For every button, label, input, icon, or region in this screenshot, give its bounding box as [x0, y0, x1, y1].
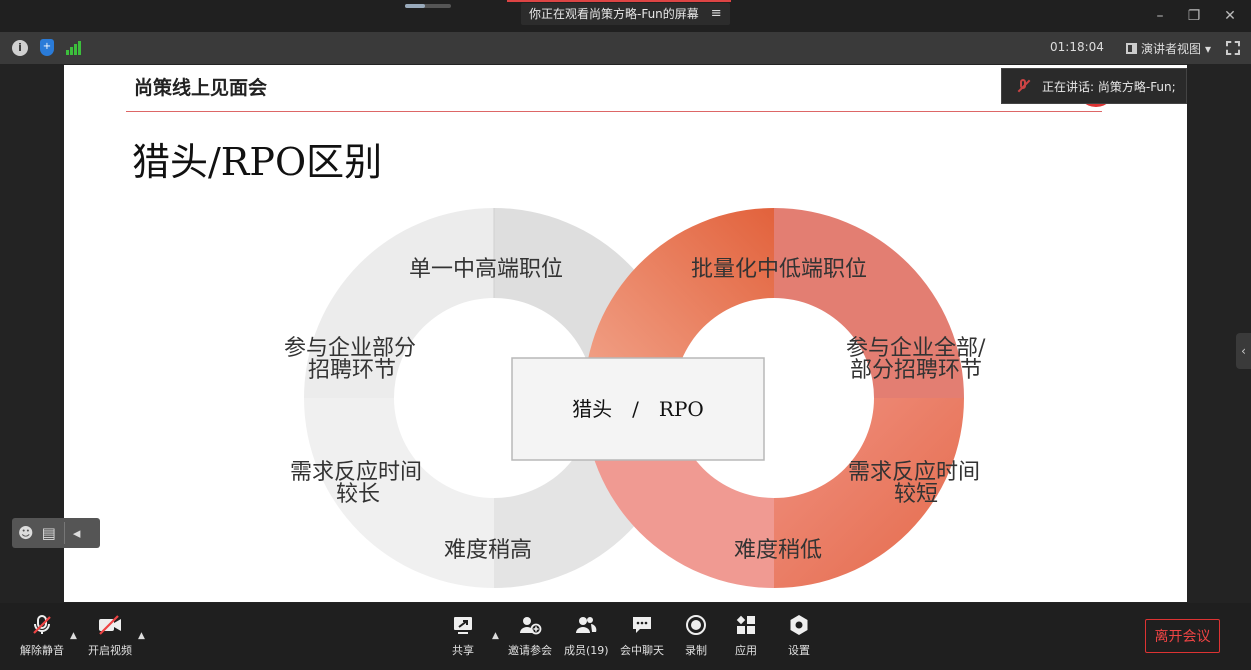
view-layout-icon: [1126, 43, 1137, 54]
comparison-diagram: 单一中高端职位 参与企业部分 招聘环节 需求反应时间 较长 难度稍高 批量化中低…: [284, 208, 986, 588]
start-video-label: 开启视频: [88, 644, 132, 657]
members-button[interactable]: 成员(19): [564, 613, 609, 658]
share-indicator-line: [507, 0, 731, 2]
mic-muted-icon: [31, 613, 53, 637]
record-label: 录制: [685, 644, 707, 657]
left-lower-label-line2: 较长: [336, 482, 380, 507]
chevron-up-icon[interactable]: ▲: [70, 631, 77, 641]
right-upper-label-line2: 部分招聘环节: [850, 358, 982, 383]
right-top-label: 批量化中低端职位: [691, 257, 867, 282]
record-button[interactable]: 录制: [685, 613, 707, 658]
screen-share-icon: [452, 613, 474, 637]
emoji-icon[interactable]: ☻: [18, 524, 34, 542]
apps-grid-icon: [735, 613, 757, 637]
chevron-down-icon: ▾: [1205, 41, 1212, 56]
add-user-icon: [518, 613, 542, 637]
share-button[interactable]: 共享: [452, 613, 474, 658]
chevron-up-icon[interactable]: ▲: [138, 631, 145, 641]
close-button[interactable]: ✕: [1220, 6, 1240, 26]
shield-icon[interactable]: +: [40, 39, 54, 56]
center-box-text: 猎头 / RPO: [572, 397, 704, 421]
chevron-up-icon[interactable]: ▲: [492, 631, 499, 641]
apps-label: 应用: [735, 644, 757, 657]
mic-off-icon: [1016, 78, 1031, 94]
left-top-label: 单一中高端职位: [409, 257, 563, 282]
members-icon: [574, 613, 598, 637]
meeting-window: 你正在观看尚策方略-Fun的屏幕 ≡ – ❐ ✕ i + 01:18:04 演讲…: [0, 0, 1251, 670]
right-lower-label-line2: 较短: [894, 482, 938, 507]
share-label: 共享: [452, 644, 474, 657]
side-panel-toggle[interactable]: ‹: [1236, 333, 1251, 369]
camera-off-icon: [97, 613, 123, 637]
mini-toolbar: ☻ ▤ ◂: [12, 518, 100, 548]
settings-button[interactable]: 设置: [788, 613, 810, 658]
gear-icon: [788, 613, 810, 637]
divider: [63, 522, 65, 544]
unmute-label: 解除静音: [20, 644, 64, 657]
meeting-clock: 01:18:04: [1050, 40, 1104, 54]
fullscreen-icon[interactable]: [1226, 41, 1240, 55]
center-box: 猎头 / RPO: [511, 357, 765, 461]
chat-label: 会中聊天: [620, 644, 664, 657]
signal-icon[interactable]: [66, 41, 82, 55]
share-banner[interactable]: 你正在观看尚策方略-Fun的屏幕 ≡: [521, 3, 730, 25]
shared-slide: 尚策线上见面会 猎头/RPO区别 单一中高端职位 参与企业部分 招聘环节 需求反…: [64, 65, 1187, 602]
collapse-icon[interactable]: ◂: [73, 524, 81, 542]
start-video-button[interactable]: 开启视频: [88, 613, 132, 658]
title-bar: 你正在观看尚策方略-Fun的屏幕 ≡ – ❐ ✕: [0, 0, 1251, 32]
record-icon: [685, 613, 707, 637]
invite-button[interactable]: 邀请参会: [508, 613, 552, 658]
settings-label: 设置: [788, 644, 810, 657]
minimize-button[interactable]: –: [1150, 6, 1170, 26]
chat-button[interactable]: 会中聊天: [620, 613, 664, 658]
view-mode-dropdown[interactable]: 演讲者视图 ▾: [1126, 40, 1211, 57]
chat-icon: [631, 613, 653, 637]
unmute-button[interactable]: 解除静音: [20, 613, 64, 658]
members-label: 成员(19): [564, 644, 609, 657]
chat-bubble-icon[interactable]: ▤: [42, 524, 56, 542]
invite-label: 邀请参会: [508, 644, 552, 657]
menu-icon[interactable]: ≡: [711, 3, 722, 25]
leave-meeting-button[interactable]: 离开会议: [1145, 619, 1220, 653]
apps-button[interactable]: 应用: [735, 613, 757, 658]
top-toolbar: i + 01:18:04 演讲者视图 ▾: [0, 32, 1251, 64]
bottom-toolbar: 解除静音 ▲ 开启视频 ▲ 共享 ▲ 邀请参会 成员(19) 会中聊天 录制 应…: [0, 603, 1251, 670]
network-progress: [405, 4, 451, 8]
left-bottom-label: 难度稍高: [444, 538, 532, 563]
share-banner-text: 你正在观看尚策方略-Fun的屏幕: [529, 7, 699, 21]
view-mode-label: 演讲者视图: [1141, 42, 1202, 56]
right-bottom-label: 难度稍低: [734, 538, 822, 563]
info-icon[interactable]: i: [12, 40, 28, 56]
restore-button[interactable]: ❐: [1184, 6, 1204, 26]
left-upper-label-line2: 招聘环节: [308, 358, 396, 383]
speaking-indicator: 正在讲话: 尚策方略-Fun;: [1001, 68, 1187, 104]
speaking-label: 正在讲话: 尚策方略-Fun;: [1042, 79, 1176, 94]
